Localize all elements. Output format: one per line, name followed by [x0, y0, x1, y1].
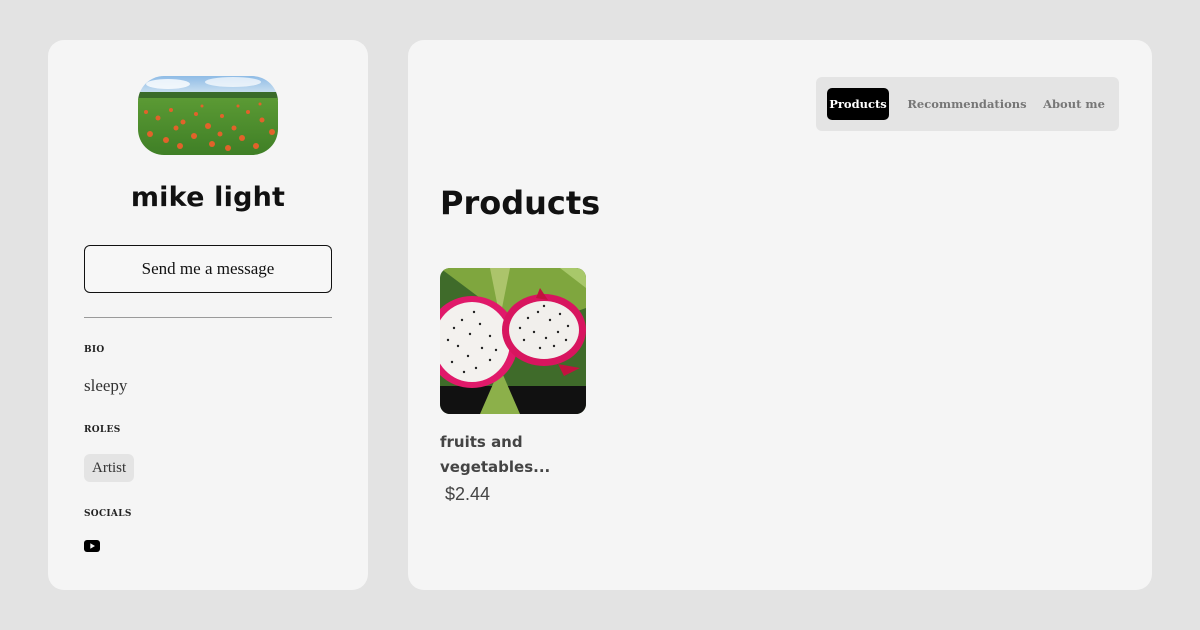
product-price: $2.44 [445, 484, 491, 504]
product-image[interactable] [440, 268, 586, 414]
bio-text: sleepy [84, 376, 128, 395]
tab-bar: Products Recommendations About me [816, 77, 1119, 131]
avatar [138, 76, 278, 155]
product-card[interactable]: fruits and vegetables... $2.44 [440, 268, 586, 505]
bio-label: BIO [84, 345, 105, 355]
tab-recommendations[interactable]: Recommendations [907, 88, 1027, 120]
tab-about-me[interactable]: About me [1041, 88, 1107, 120]
tab-products[interactable]: Products [827, 88, 889, 120]
product-name[interactable]: fruits and vegetables... [440, 430, 586, 480]
roles-label: ROLES [84, 425, 121, 435]
landscape-image-icon [138, 76, 278, 155]
send-message-button[interactable]: Send me a message [84, 245, 332, 293]
main-card: Products Recommendations About me Produc… [408, 40, 1152, 590]
role-chip: Artist [84, 454, 135, 482]
page-title: Products [440, 184, 601, 222]
profile-name: mike light [130, 182, 286, 213]
dragon-fruit-image-icon [440, 268, 586, 414]
socials-label: SOCIALS [84, 509, 132, 519]
divider [84, 317, 332, 318]
youtube-icon[interactable] [84, 540, 100, 552]
profile-card: mike light Send me a message BIO sleepy … [48, 40, 368, 590]
